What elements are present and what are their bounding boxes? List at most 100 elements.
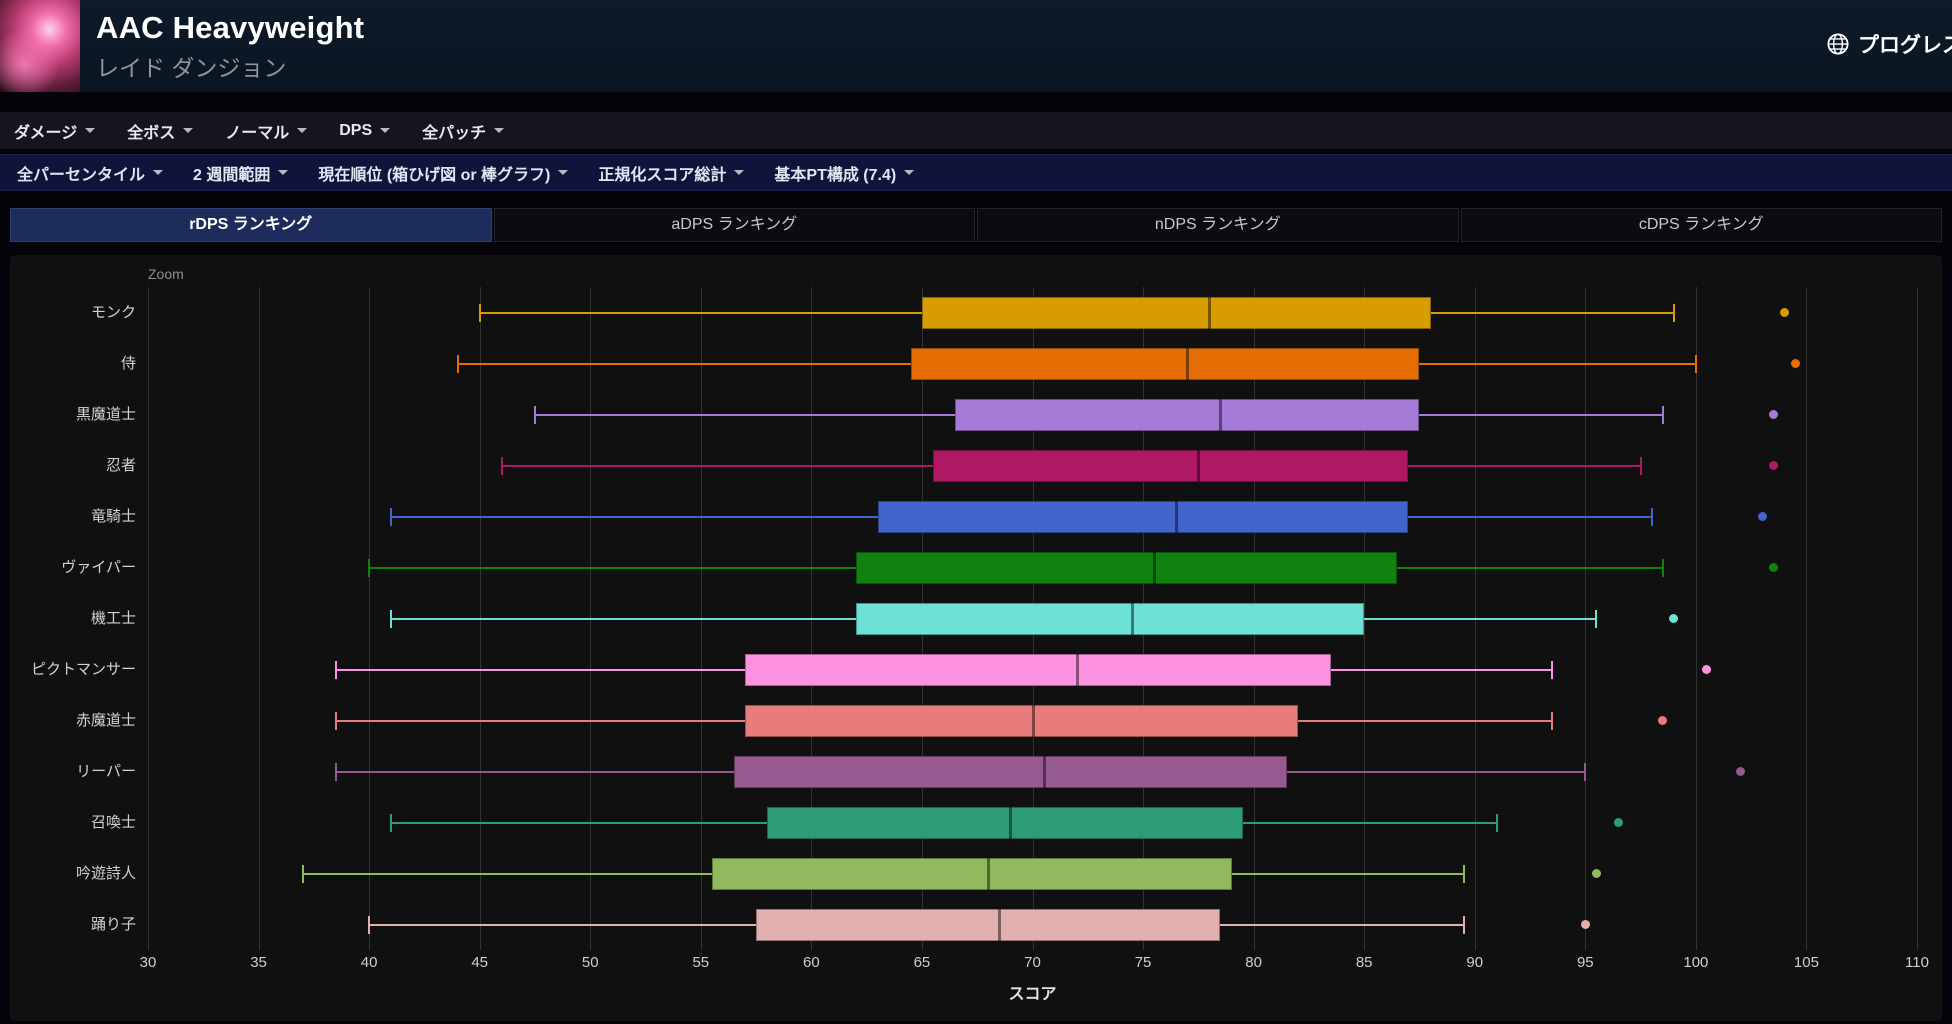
filter-item-label: 2 週間範囲 — [193, 166, 271, 184]
median-line — [1009, 806, 1013, 839]
whisker-cap-high — [1584, 762, 1587, 781]
filter-item-label: 現在順位 (箱ひげ図 or 棒グラフ) — [318, 166, 551, 184]
boxplot-row: モンク — [91, 287, 1917, 338]
outlier-dot[interactable] — [1669, 614, 1679, 623]
menu-item[interactable]: 全ボス — [127, 119, 194, 143]
menu-item[interactable]: ノーマル — [225, 119, 308, 143]
filter-item-label: 正規化スコア総計 — [598, 166, 727, 184]
menu-item[interactable]: DPS — [339, 121, 391, 140]
menu-item-label: 全ボス — [127, 124, 176, 142]
whisker-cap-high — [1495, 813, 1498, 832]
menu-item[interactable]: 全パッチ — [422, 119, 505, 143]
box[interactable] — [745, 704, 1298, 737]
box[interactable] — [855, 551, 1398, 584]
median-line — [1175, 500, 1179, 533]
whisker-cap-high — [1551, 711, 1554, 730]
tab-ndps[interactable]: nDPS ランキング — [977, 208, 1459, 242]
outlier-dot[interactable] — [1768, 410, 1778, 419]
chevron-down-icon — [734, 170, 745, 175]
menu-item-label: 全パッチ — [422, 124, 487, 142]
outlier-dot[interactable] — [1790, 359, 1800, 368]
outlier-dot[interactable] — [1768, 563, 1778, 572]
job-label: リーパー — [76, 763, 136, 780]
filter-item[interactable]: 全パーセンタイル — [17, 161, 164, 185]
job-label: ヴァイパー — [61, 559, 136, 576]
whisker-cap-low — [334, 711, 337, 730]
box[interactable] — [711, 857, 1232, 890]
box[interactable] — [921, 296, 1431, 329]
boxplot-row: 黒魔道士 — [76, 389, 1917, 440]
x-tick-label: 80 — [1245, 954, 1262, 971]
outlier-dot[interactable] — [1658, 716, 1668, 725]
whisker-cap-low — [334, 762, 337, 781]
whisker-cap-low — [390, 813, 393, 832]
job-label: 黒魔道士 — [75, 406, 136, 423]
outlier-dot[interactable] — [1702, 665, 1712, 674]
box[interactable] — [733, 755, 1287, 788]
boxplot-row: 侍 — [121, 338, 1917, 389]
box[interactable] — [855, 602, 1365, 635]
whisker-cap-low — [533, 405, 536, 424]
filter-item[interactable]: 2 週間範囲 — [193, 161, 289, 185]
box[interactable] — [877, 500, 1409, 533]
outlier-dot[interactable] — [1580, 920, 1590, 929]
box[interactable] — [955, 398, 1420, 431]
job-label: 忍者 — [105, 457, 136, 474]
progress-link[interactable]: プログレス — [1827, 29, 1952, 59]
boxplot-row: 踊り子 — [91, 899, 1917, 950]
median-line — [987, 857, 991, 890]
box[interactable] — [767, 806, 1243, 839]
box[interactable] — [910, 347, 1420, 380]
tab-cdps[interactable]: cDPS ランキング — [1460, 208, 1942, 242]
boxplot-row: 召喚士 — [91, 797, 1917, 848]
whisker-cap-low — [500, 456, 503, 475]
outlier-dot[interactable] — [1757, 512, 1767, 521]
median-line — [1186, 347, 1190, 380]
outlier-dot[interactable] — [1613, 818, 1623, 827]
outlier-dot[interactable] — [1768, 461, 1778, 470]
median-line — [1131, 602, 1134, 635]
tab-rdps[interactable]: rDPS ランキング — [10, 208, 492, 242]
whisker-cap-low — [301, 864, 304, 883]
main-menu: ダメージ 全ボス ノーマル DPS 全パッチ — [0, 112, 1952, 149]
box[interactable] — [756, 908, 1221, 941]
whisker-cap-high — [1551, 660, 1554, 679]
boxplot-row: 機工士 — [91, 593, 1917, 644]
filter-item-label: 全パーセンタイル — [17, 166, 146, 184]
menu-item-label: DPS — [339, 121, 373, 139]
progress-link-label: プログレス — [1858, 34, 1952, 57]
filter-bar: 全パーセンタイル 2 週間範囲 現在順位 (箱ひげ図 or 棒グラフ) 正規化スコア総… — [0, 154, 1952, 191]
filter-item[interactable]: 現在順位 (箱ひげ図 or 棒グラフ) — [318, 161, 569, 185]
job-label: 赤魔道士 — [75, 712, 136, 729]
boxplot-row: 赤魔道士 — [76, 695, 1917, 746]
median-line — [1153, 551, 1157, 584]
boxplot-row: ヴァイパー — [61, 542, 1917, 593]
title-block: AAC Heavyweight レイド ダンジョン — [96, 10, 364, 83]
whisker-cap-low — [368, 558, 371, 577]
tab-adps[interactable]: aDPS ランキング — [493, 208, 975, 242]
outlier-dot[interactable] — [1591, 869, 1601, 878]
menu-item[interactable]: ダメージ — [14, 119, 96, 143]
plot-area: モンク侍黒魔道士 忍者 竜騎士 ヴァイパー 機工士 ピクトマンサー 赤魔道士 リーパー 召喚士吟… — [31, 287, 1929, 978]
outlier-dot[interactable] — [1779, 308, 1789, 317]
box[interactable] — [745, 653, 1331, 686]
ranking-tabs: rDPS ランキング aDPS ランキング nDPS ランキング cDPS ランキング — [10, 208, 1942, 242]
x-tick-label: 55 — [692, 954, 710, 971]
gridline — [1917, 287, 1918, 950]
whisker-cap-low — [368, 915, 371, 934]
job-label: 吟遊詩人 — [75, 865, 136, 882]
chevron-down-icon — [278, 170, 289, 175]
page-subtitle: レイド ダンジョン — [96, 54, 287, 81]
x-tick-label: 40 — [360, 954, 378, 971]
boxplot-row: 吟遊詩人 — [76, 848, 1917, 899]
chevron-down-icon — [183, 128, 194, 133]
chevron-down-icon — [904, 170, 915, 175]
x-axis-ticks: 30 35 40 45 50 55 60 65 70 75 80 85 90 95 100 105 110 — [140, 954, 1929, 978]
filter-item[interactable]: 基本PT構成 (7.4) — [774, 161, 915, 185]
job-label: 召喚士 — [90, 814, 136, 831]
filter-item[interactable]: 正規化スコア総計 — [598, 161, 745, 185]
x-tick-label: 50 — [581, 954, 599, 971]
outlier-dot[interactable] — [1735, 767, 1745, 776]
whisker-cap-high — [1462, 915, 1465, 934]
box[interactable] — [932, 449, 1409, 482]
